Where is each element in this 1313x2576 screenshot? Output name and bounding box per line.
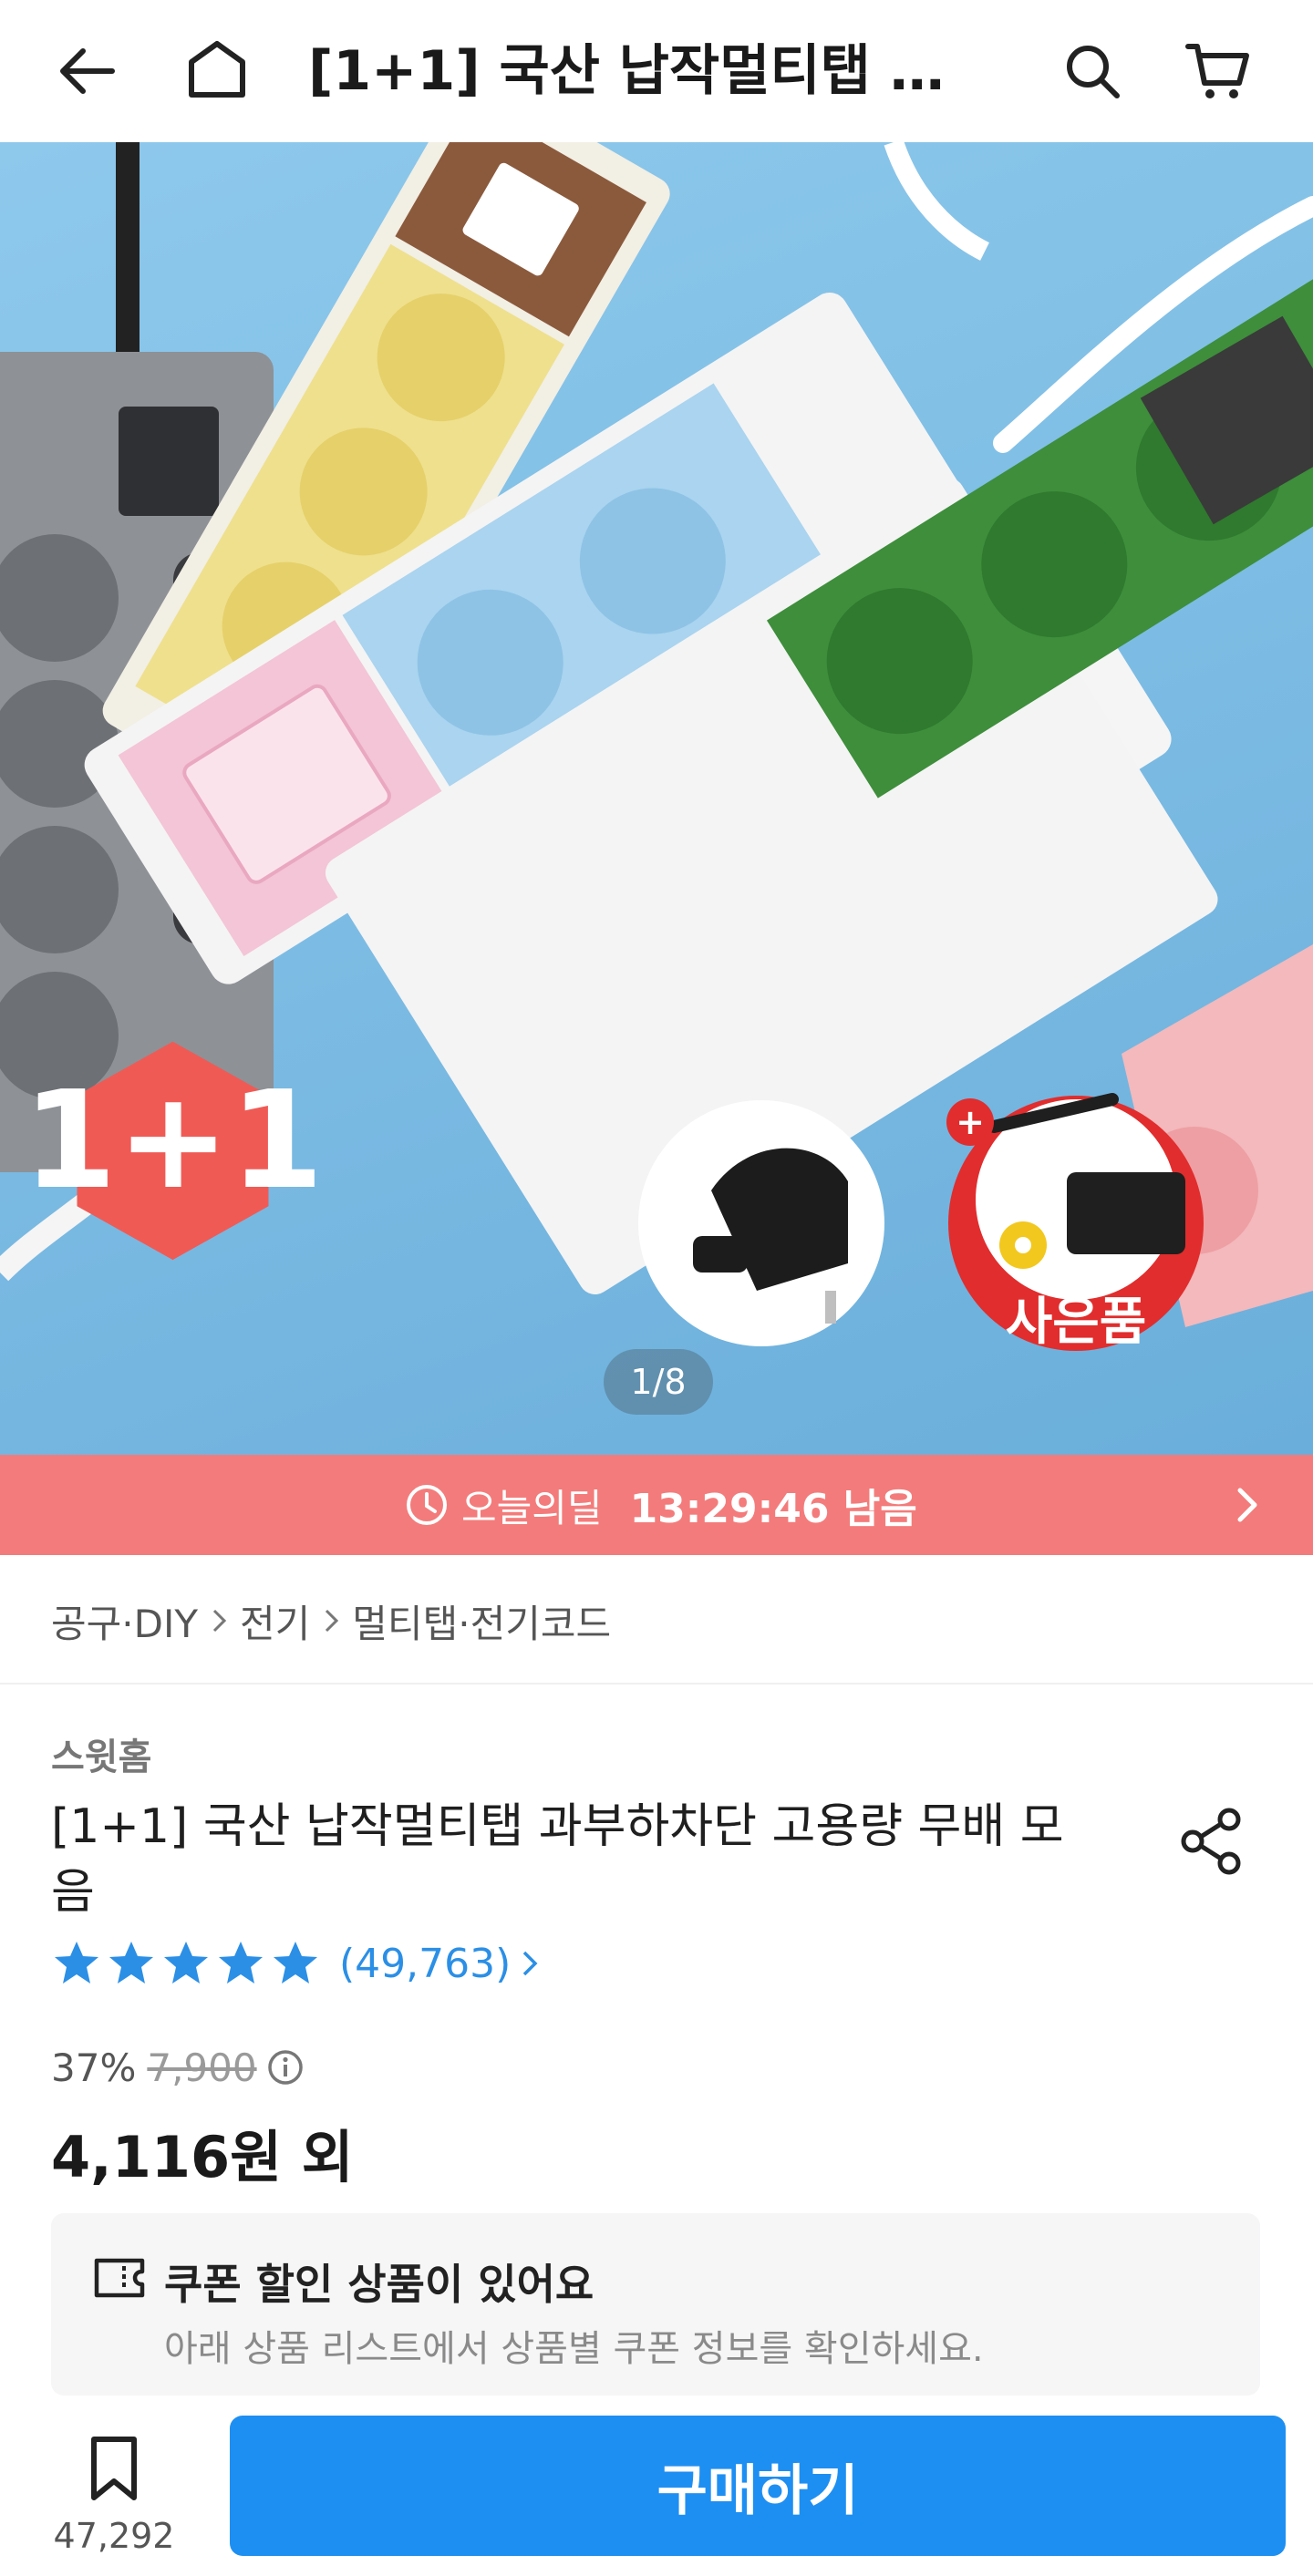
coupon-title: 쿠폰 할인 상품이 있어요 [164,2260,594,2309]
star-icon [164,1942,208,1984]
bookmark-count: 47,292 [53,2516,175,2556]
breadcrumb: 공구·DIY 전기 멀티탭·전기코드 [51,1593,611,1648]
buy-button[interactable]: 구매하기 [230,2416,1286,2556]
coupon-icon [94,2258,145,2298]
star-icon [219,1942,263,1984]
breadcrumb-item[interactable]: 공구·DIY [51,1593,198,1649]
image-page-indicator: 1/8 [604,1349,713,1415]
home-icon[interactable] [181,35,253,108]
sale-price: 4,116원 외 [51,2124,354,2190]
star-icon [55,1942,98,1984]
share-icon[interactable] [1176,1805,1249,1878]
coupon-subtitle: 아래 상품 리스트에서 상품별 쿠폰 정보를 확인하세요. [164,2328,984,2370]
product-image[interactable]: + 사은품 1+1 1/8 [0,142,1313,1455]
back-arrow-icon[interactable] [51,35,124,108]
clock-icon [407,1485,447,1525]
section-divider [0,1683,1313,1685]
rating-row[interactable]: (49,763) [51,1934,542,1993]
info-icon[interactable] [266,2048,305,2087]
bookmark-icon [91,2437,137,2500]
chevron-right-icon[interactable] [518,1948,542,1979]
deal-label: 오늘의딜 [461,1485,603,1530]
page-title: [1+1] 국산 납작멀티탭 과부하차단 고용량 무배 모음 [308,39,983,103]
seller-name[interactable]: 스윗홈 [51,1727,151,1780]
discount-rate: 37% [51,2045,137,2090]
bottom-action-bar: 47,292 구매하기 [0,2397,1313,2576]
gift-label: 사은품 [1006,1293,1147,1352]
todays-deal-bar[interactable]: 오늘의딜 13:29:46 남음 [0,1455,1313,1555]
product-title: [1+1] 국산 납작멀티탭 과부하차단 고용량 무배 모음 [51,1799,1064,1920]
coupon-notice[interactable]: 쿠폰 할인 상품이 있어요 아래 상품 리스트에서 상품별 쿠폰 정보를 확인하… [51,2213,1260,2396]
star-icon [109,1942,153,1984]
breadcrumb-item[interactable]: 멀티탭·전기코드 [352,1593,611,1649]
one-plus-one-badge: 1+1 [23,1062,324,1219]
chevron-right-icon[interactable] [1227,1485,1267,1525]
top-app-bar: [1+1] 국산 납작멀티탭 과부하차단 고용량 무배 모음 [0,0,1313,142]
deal-countdown: 13:29:46 남음 [629,1486,917,1532]
search-icon[interactable] [1056,35,1129,108]
breadcrumb-item[interactable]: 전기 [240,1593,310,1649]
star-icon [274,1942,317,1984]
cart-icon[interactable] [1182,35,1255,108]
price-row: 37% 7,900 [51,2040,305,2095]
chevron-right-icon [326,1609,339,1633]
svg-text:+: + [956,1102,985,1142]
product-illustration: + 사은품 1+1 [0,142,1313,1352]
bookmark-button[interactable]: 47,292 [36,2434,191,2571]
original-price: 7,900 [147,2045,257,2090]
chevron-right-icon [212,1609,227,1633]
review-count[interactable]: (49,763) [339,1941,511,1987]
